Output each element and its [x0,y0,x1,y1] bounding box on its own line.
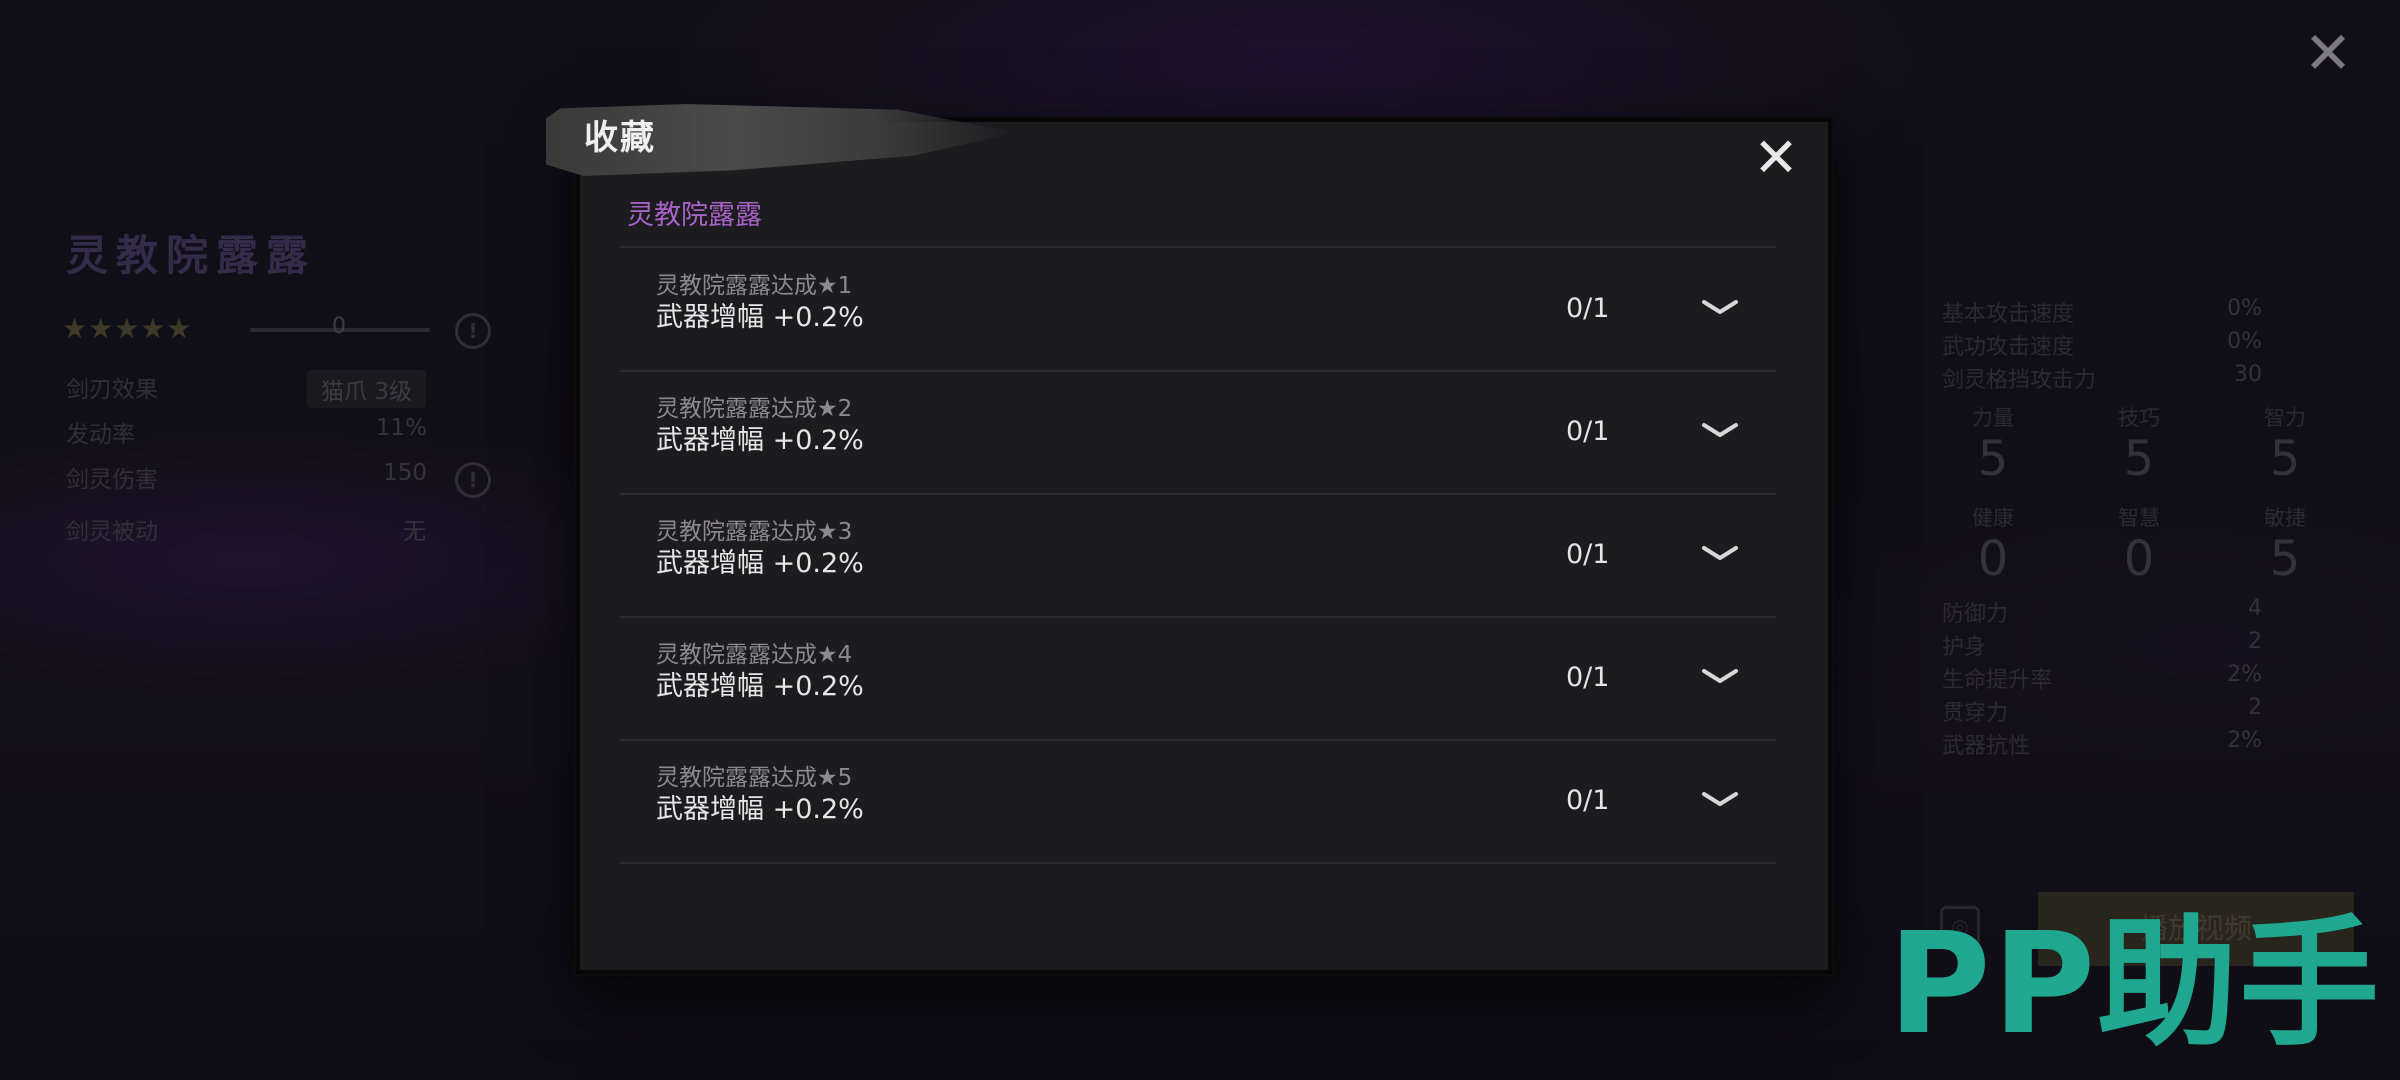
item-name: 灵教院露露达成★3 [656,519,853,545]
section-title: 灵教院露露 [627,200,762,231]
chevron-down-icon[interactable] [1698,532,1742,576]
item-effect: 武器增幅 +0.2% [656,548,864,579]
list-item[interactable]: 灵教院露露达成★5 武器增幅 +0.2% 0/1 [620,742,1776,862]
divider [620,246,1776,248]
list-item[interactable]: 灵教院露露达成★3 武器增幅 +0.2% 0/1 [620,496,1776,616]
list-item[interactable]: 灵教院露露达成★4 武器增幅 +0.2% 0/1 [620,619,1776,739]
divider [620,616,1776,618]
item-name: 灵教院露露达成★4 [656,642,853,668]
game-screen: 灵教院露露 ★★★★★ 0 ! 剑刃效果 猫爪 3级 发动率 11% 剑灵伤害 … [0,0,2400,1080]
close-icon[interactable]: ✕ [1748,130,1804,186]
item-progress: 0/1 [1566,416,1610,447]
chevron-down-icon[interactable] [1698,286,1742,330]
item-name: 灵教院露露达成★1 [656,273,853,299]
dialog-title: 收藏 [584,118,656,158]
divider [620,370,1776,372]
item-progress: 0/1 [1566,539,1610,570]
divider [620,493,1776,495]
watermark-logo: PP助手 [1888,903,2382,1066]
item-effect: 武器增幅 +0.2% [656,671,864,702]
item-progress: 0/1 [1566,293,1610,324]
divider [620,739,1776,741]
list-item[interactable]: 灵教院露露达成★2 武器增幅 +0.2% 0/1 [620,373,1776,493]
chevron-down-icon[interactable] [1698,409,1742,453]
close-icon[interactable]: ✕ [2300,24,2356,82]
item-progress: 0/1 [1566,785,1610,816]
item-effect: 武器增幅 +0.2% [656,302,864,333]
chevron-down-icon[interactable] [1698,778,1742,822]
item-progress: 0/1 [1566,662,1610,693]
item-effect: 武器增幅 +0.2% [656,425,864,456]
item-effect: 武器增幅 +0.2% [656,794,864,825]
item-name: 灵教院露露达成★5 [656,765,853,791]
list-item[interactable]: 灵教院露露达成★1 武器增幅 +0.2% 0/1 [620,250,1776,370]
chevron-down-icon[interactable] [1698,655,1742,699]
item-name: 灵教院露露达成★2 [656,396,853,422]
divider [620,862,1776,864]
